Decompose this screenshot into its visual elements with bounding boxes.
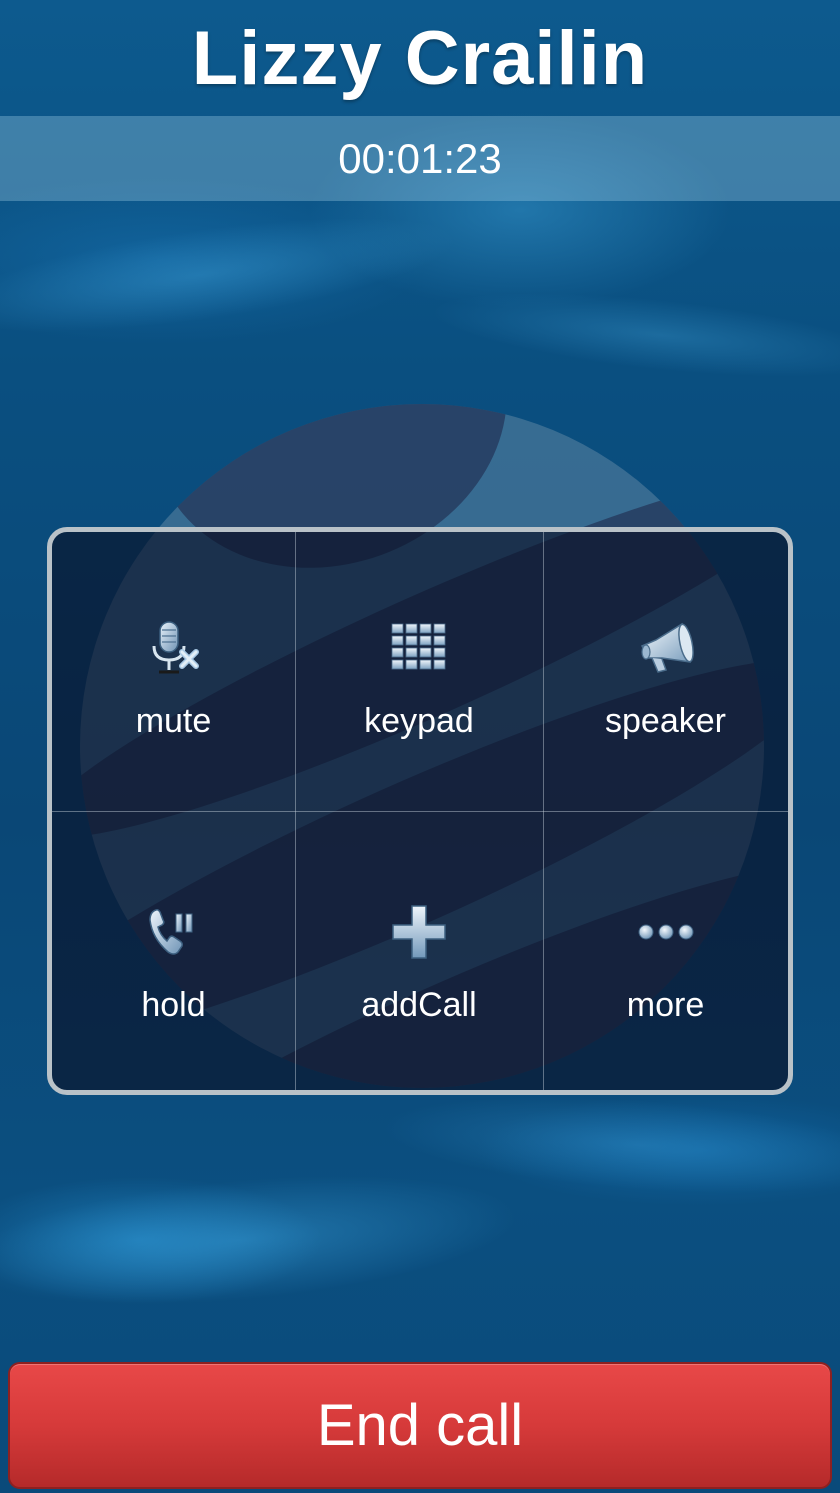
- contact-name-header: Lizzy Crailin: [0, 0, 840, 116]
- add-call-icon: [387, 900, 451, 964]
- keypad-icon: [387, 616, 451, 680]
- more-icon: [634, 900, 698, 964]
- call-duration: 00:01:23: [338, 134, 502, 182]
- speaker-icon: [634, 616, 698, 680]
- more-label: more: [626, 986, 705, 1024]
- mute-button[interactable]: mute: [52, 532, 295, 811]
- call-controls-grid: mute keypad speaker hold addCall more: [52, 532, 788, 1090]
- call-timer-bar: 00:01:23: [0, 116, 840, 201]
- speaker-button[interactable]: speaker: [543, 532, 788, 811]
- keypad-label: keypad: [364, 702, 474, 740]
- contact-name: Lizzy Crailin: [191, 15, 649, 101]
- add-call-label: addCall: [361, 986, 477, 1024]
- end-call-button[interactable]: End call: [8, 1362, 832, 1489]
- background-streak: [0, 194, 464, 356]
- hold-label: hold: [141, 986, 206, 1024]
- background-streak: [377, 1081, 840, 1209]
- mute-microphone-icon: [142, 616, 206, 680]
- background-streak: [0, 1155, 525, 1325]
- in-call-screen: Lizzy Crailin 00:01:23 mute keypad speak…: [0, 0, 840, 1493]
- hold-icon: [142, 900, 206, 964]
- add-call-button[interactable]: addCall: [295, 812, 543, 1090]
- speaker-label: speaker: [605, 702, 726, 740]
- more-button[interactable]: more: [543, 812, 788, 1090]
- keypad-button[interactable]: keypad: [295, 532, 543, 811]
- hold-button[interactable]: hold: [52, 812, 295, 1090]
- end-call-label: End call: [316, 1393, 524, 1458]
- mute-label: mute: [135, 702, 212, 740]
- call-controls-panel: mute keypad speaker hold addCall more: [47, 527, 793, 1095]
- background-streak: [427, 276, 840, 394]
